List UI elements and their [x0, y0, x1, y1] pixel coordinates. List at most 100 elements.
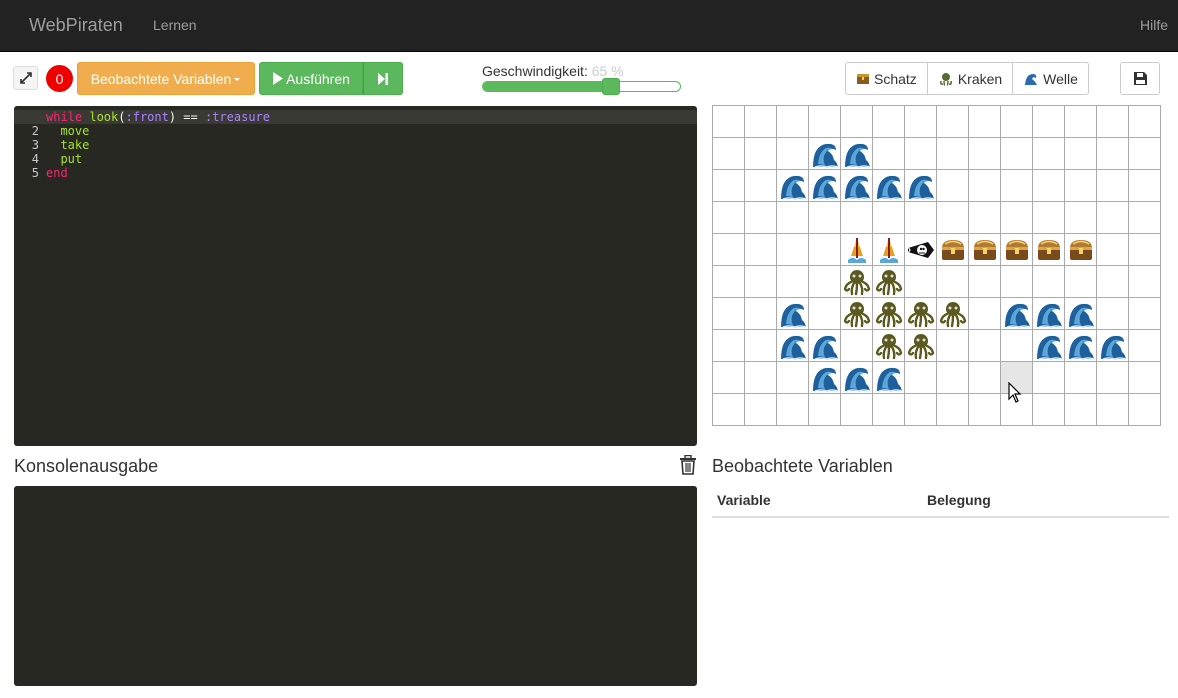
clear-console-button[interactable]	[679, 454, 697, 480]
grid-cell[interactable]	[872, 361, 905, 394]
grid-cell[interactable]	[840, 361, 873, 394]
grid-cell[interactable]	[776, 201, 809, 234]
grid-cell[interactable]	[744, 393, 777, 426]
grid-cell[interactable]	[1064, 329, 1097, 362]
grid-cell[interactable]	[1064, 233, 1097, 266]
grid-cell[interactable]	[776, 329, 809, 362]
grid-cell[interactable]	[1032, 361, 1065, 394]
code-line[interactable]: end	[46, 166, 697, 180]
grid-cell[interactable]	[1128, 105, 1161, 138]
grid-cell[interactable]	[808, 201, 841, 234]
grid-cell[interactable]	[1032, 265, 1065, 298]
grid-cell[interactable]	[1096, 361, 1129, 394]
grid-cell[interactable]	[744, 297, 777, 330]
grid-cell[interactable]	[936, 393, 969, 426]
grid-cell[interactable]	[936, 105, 969, 138]
grid-cell[interactable]	[1064, 169, 1097, 202]
grid-cell[interactable]	[808, 297, 841, 330]
grid-cell[interactable]	[904, 393, 937, 426]
grid-cell[interactable]	[904, 233, 937, 266]
grid-cell[interactable]	[936, 297, 969, 330]
grid-cell[interactable]	[808, 329, 841, 362]
grid-cell[interactable]	[872, 265, 905, 298]
grid-cell[interactable]	[1000, 169, 1033, 202]
grid-cell[interactable]	[968, 169, 1001, 202]
grid-cell[interactable]	[1128, 329, 1161, 362]
grid-cell[interactable]	[1000, 233, 1033, 266]
grid-cell[interactable]	[968, 361, 1001, 394]
grid-cell[interactable]	[936, 265, 969, 298]
grid-cell[interactable]	[872, 329, 905, 362]
grid-cell[interactable]	[744, 137, 777, 170]
grid-cell[interactable]	[776, 361, 809, 394]
grid-cell[interactable]	[840, 105, 873, 138]
grid-cell[interactable]	[712, 393, 745, 426]
nav-learn-link[interactable]: Lernen	[153, 17, 197, 33]
grid-cell[interactable]	[1064, 297, 1097, 330]
code-line[interactable]: take	[46, 138, 697, 152]
grid-cell[interactable]	[840, 329, 873, 362]
grid-cell[interactable]	[808, 105, 841, 138]
grid-cell[interactable]	[904, 265, 937, 298]
code-editor[interactable]: 1 2 3 4 5 while look(:front) == :treasur…	[14, 106, 697, 446]
grid-cell[interactable]	[1000, 105, 1033, 138]
grid-cell[interactable]	[1096, 201, 1129, 234]
grid-cell[interactable]	[840, 233, 873, 266]
grid-cell[interactable]	[744, 361, 777, 394]
grid-cell[interactable]	[904, 297, 937, 330]
grid-cell[interactable]	[744, 329, 777, 362]
kraken-button[interactable]: Kraken	[928, 63, 1014, 94]
grid-cell[interactable]	[1000, 201, 1033, 234]
grid-cell[interactable]	[1000, 297, 1033, 330]
grid-cell[interactable]	[1096, 329, 1129, 362]
grid-cell[interactable]	[1032, 329, 1065, 362]
grid-cell[interactable]	[1128, 169, 1161, 202]
grid-cell[interactable]	[776, 137, 809, 170]
grid-cell[interactable]	[904, 329, 937, 362]
grid-cell[interactable]	[840, 137, 873, 170]
grid-cell[interactable]	[1096, 297, 1129, 330]
grid-cell[interactable]	[968, 233, 1001, 266]
grid-cell[interactable]	[1128, 361, 1161, 394]
grid-cell[interactable]	[936, 137, 969, 170]
grid-cell[interactable]	[1064, 137, 1097, 170]
grid-cell[interactable]	[872, 169, 905, 202]
grid-cell[interactable]	[904, 169, 937, 202]
grid-cell[interactable]	[968, 201, 1001, 234]
grid-cell[interactable]	[1064, 265, 1097, 298]
grid-cell[interactable]	[968, 265, 1001, 298]
grid-cell[interactable]	[840, 201, 873, 234]
grid-cell[interactable]	[808, 233, 841, 266]
grid-cell[interactable]	[1064, 201, 1097, 234]
grid-cell[interactable]	[1032, 297, 1065, 330]
grid-cell[interactable]	[744, 105, 777, 138]
grid-cell[interactable]	[1032, 105, 1065, 138]
watched-variables-dropdown[interactable]: Beobachtete Variablen	[77, 62, 255, 95]
grid-cell[interactable]	[936, 361, 969, 394]
grid-cell[interactable]	[776, 265, 809, 298]
grid-cell[interactable]	[1032, 169, 1065, 202]
grid-cell[interactable]	[904, 361, 937, 394]
brand[interactable]: WebPiraten	[29, 15, 123, 36]
grid-cell[interactable]	[1032, 393, 1065, 426]
grid-cell[interactable]	[1032, 233, 1065, 266]
grid-cell[interactable]	[808, 393, 841, 426]
grid-cell[interactable]	[968, 137, 1001, 170]
grid-cell[interactable]	[808, 169, 841, 202]
code-line[interactable]: move	[46, 124, 697, 138]
treasure-button[interactable]: Schatz	[846, 63, 928, 94]
grid-cell[interactable]	[776, 169, 809, 202]
grid-cell[interactable]	[840, 265, 873, 298]
grid-cell[interactable]	[1096, 265, 1129, 298]
grid-cell[interactable]	[1128, 265, 1161, 298]
grid-cell[interactable]	[1128, 233, 1161, 266]
grid-cell[interactable]	[808, 265, 841, 298]
grid-cell[interactable]	[1064, 361, 1097, 394]
grid-cell[interactable]	[904, 137, 937, 170]
grid-cell[interactable]	[744, 265, 777, 298]
grid-cell[interactable]	[968, 105, 1001, 138]
grid-cell[interactable]	[840, 297, 873, 330]
ocean-grid[interactable]	[712, 105, 1161, 426]
grid-cell[interactable]	[936, 201, 969, 234]
grid-cell[interactable]	[744, 233, 777, 266]
